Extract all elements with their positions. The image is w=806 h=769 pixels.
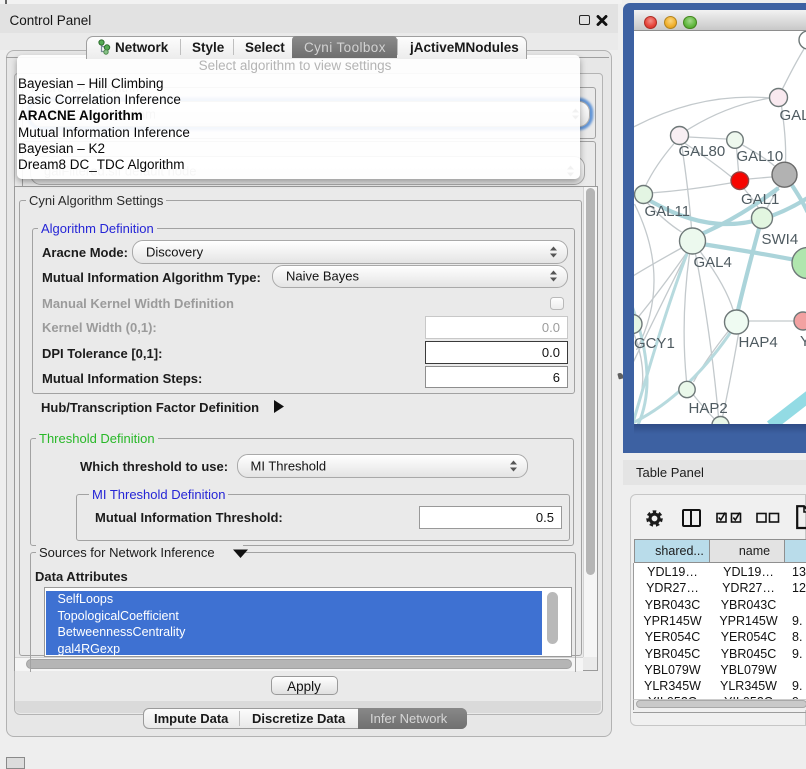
svg-text:GAL1: GAL1: [741, 191, 779, 208]
svg-text:GAL80: GAL80: [678, 143, 725, 160]
svg-text:GCY1: GCY1: [634, 335, 675, 352]
svg-text:SWI4: SWI4: [761, 231, 798, 248]
svg-text:GAL4: GAL4: [693, 254, 731, 271]
svg-text:GAL2: GAL2: [779, 107, 806, 124]
svg-text:GAL11: GAL11: [644, 203, 690, 220]
svg-text:GAL10: GAL10: [736, 148, 783, 165]
svg-text:HAP2: HAP2: [688, 400, 727, 417]
svg-text:Y: Y: [800, 333, 806, 350]
svg-text:HAP4: HAP4: [738, 334, 777, 351]
